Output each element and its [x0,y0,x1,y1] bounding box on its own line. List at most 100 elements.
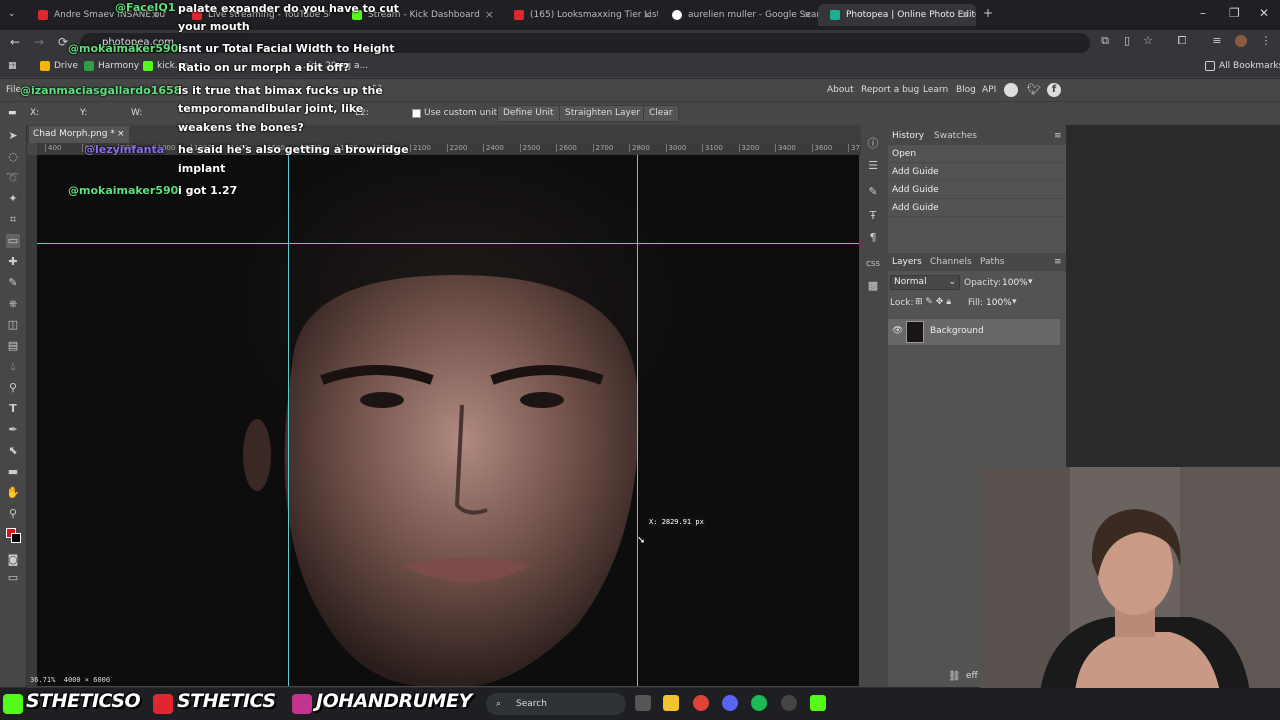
file-explorer-icon[interactable] [663,695,679,711]
marquee-tool-icon[interactable]: ◌ [6,150,20,164]
media-icon[interactable]: ≡ [1211,35,1223,47]
lock-icons[interactable]: ⊞ ✎ ✥ 🔒︎ [915,297,951,307]
canvas[interactable]: X: 2829.91 px ➘ [37,155,859,686]
tool-preset-icon[interactable]: ▬ [8,108,17,118]
panel-menu-icon[interactable]: ≡ [1054,257,1062,267]
all-bookmarks[interactable]: All Bookmarks [1205,61,1280,71]
guide-vertical-2[interactable] [637,155,638,686]
close-icon[interactable]: × [643,8,652,21]
menu-about[interactable]: About [827,85,854,95]
install-icon[interactable]: ⧉ [1099,35,1111,47]
avatar[interactable] [1235,35,1247,47]
twitter-icon[interactable]: 🐦︎ [1027,83,1041,96]
chevron-down-icon[interactable]: ▾ [1012,297,1017,307]
menu-file[interactable]: File [6,85,21,95]
define-unit-button[interactable]: Define Unit [497,105,560,122]
history-item[interactable]: Add Guide [888,163,1066,181]
close-icon[interactable]: × [803,8,812,21]
tab-layers[interactable]: Layers [892,257,922,267]
spotify-icon[interactable] [751,695,767,711]
history-item[interactable]: Add Guide [888,181,1066,199]
facebook-icon[interactable]: f [1047,83,1061,97]
obs-icon[interactable] [781,695,797,711]
reload-button[interactable]: ⟳ [58,35,68,49]
character-icon[interactable]: Ŧ [866,209,880,223]
document-tab[interactable]: Chad Morph.png * × [29,126,129,143]
menu-learn[interactable]: Learn [923,85,948,95]
bookmark-star-icon[interactable]: ☆ [1142,35,1154,47]
zoom-tool-icon[interactable]: ⚲ [6,507,20,521]
layer-row[interactable]: 👁︎ Background [888,319,1060,345]
css-icon[interactable]: CSS [864,257,882,271]
tab-channels[interactable]: Channels [930,257,972,267]
tab-5[interactable]: aurelien muller - Google Search × [660,4,818,26]
brush-tool-icon[interactable]: ✎ [6,276,20,290]
taskview-icon[interactable] [635,695,651,711]
move-tool-icon[interactable]: ➤ [6,129,20,143]
link-icon[interactable]: ⛓ [948,671,961,682]
screen-mode-icon[interactable]: ▭ [6,571,20,585]
blur-tool-icon[interactable]: 💧︎ [6,360,20,374]
reddit-icon[interactable] [1004,83,1018,97]
close-window-button[interactable]: ✕ [1259,6,1269,20]
adjustments-icon[interactable]: ☰ [866,159,880,173]
tab-swatches[interactable]: Swatches [934,131,977,141]
tab-paths[interactable]: Paths [980,257,1004,267]
panel-menu-icon[interactable]: ≡ [1054,131,1062,141]
blend-mode-select[interactable]: Normal ⌄ [890,275,960,290]
bookmark-harmony[interactable]: Harmony [84,61,139,71]
path-select-tool-icon[interactable]: ⬉ [6,444,20,458]
custom-units-checkbox[interactable] [412,109,421,118]
kick-app-icon[interactable] [810,695,826,711]
quick-mask-icon[interactable]: ◙ [6,553,20,567]
close-icon[interactable]: × [961,8,970,21]
guide-vertical-1[interactable] [288,155,289,686]
shape-tool-icon[interactable]: ▬ [6,465,20,479]
close-icon[interactable]: × [117,126,125,143]
tab-search-icon[interactable]: ⌄ [8,9,16,19]
menu-report-bug[interactable]: Report a bug [861,85,919,95]
kebab-menu-icon[interactable]: ⋮ [1260,35,1272,47]
tab-4[interactable]: (165) Looksmaxxing Tier List (N...× [502,4,658,26]
maximize-button[interactable]: ❐ [1229,6,1240,20]
dodge-tool-icon[interactable]: ⚲ [6,381,20,395]
lasso-tool-icon[interactable]: ➰ [6,171,20,185]
taskbar-search[interactable]: ⌕ Search [486,693,626,715]
tab-history[interactable]: History [892,131,924,141]
close-icon[interactable]: × [485,8,494,21]
page-icon[interactable]: ▯ [1121,35,1133,47]
brush-settings-icon[interactable]: ✎ [866,185,880,199]
wand-tool-icon[interactable]: ✦ [6,192,20,206]
image-icon[interactable]: ▩ [866,279,880,293]
clone-tool-icon[interactable]: ⎈ [6,297,20,311]
back-button[interactable]: ← [10,35,20,49]
healing-tool-icon[interactable]: ✚ [6,255,20,269]
chevron-down-icon[interactable]: ▾ [1028,277,1033,287]
minimize-button[interactable]: – [1200,6,1206,20]
history-item[interactable]: Add Guide [888,199,1066,217]
crop-tool-icon[interactable]: ⌗ [6,213,20,227]
apps-icon[interactable]: ▦ [8,61,17,71]
forward-button[interactable]: → [34,35,44,49]
fill-value[interactable]: 100% [986,298,1012,308]
paragraph-icon[interactable]: ¶ [866,231,880,245]
info-icon[interactable]: ⓘ [866,137,880,151]
chrome-icon[interactable] [693,695,709,711]
new-tab-button[interactable]: + [983,6,993,20]
guide-horizontal[interactable] [37,243,859,244]
straighten-layer-button[interactable]: Straighten Layer [559,105,647,122]
type-tool-icon[interactable]: T [6,402,20,416]
history-item[interactable]: Open [888,145,1066,163]
discord-icon[interactable] [722,695,738,711]
tab-photopea[interactable]: Photopea | Online Photo Editor × [818,4,976,26]
eye-icon[interactable]: 👁︎ [892,326,903,336]
opacity-value[interactable]: 100% [1002,278,1028,288]
effects-icon[interactable]: eff [966,671,978,681]
ruler-tool-icon[interactable]: ▭ [6,234,20,248]
color-swatches[interactable] [6,528,21,543]
hand-tool-icon[interactable]: ✋ [6,486,20,500]
gradient-tool-icon[interactable]: ▤ [6,339,20,353]
bookmark-drive[interactable]: Drive [40,61,78,71]
menu-blog[interactable]: Blog [956,85,976,95]
extensions-icon[interactable]: ⧠ [1176,35,1188,47]
